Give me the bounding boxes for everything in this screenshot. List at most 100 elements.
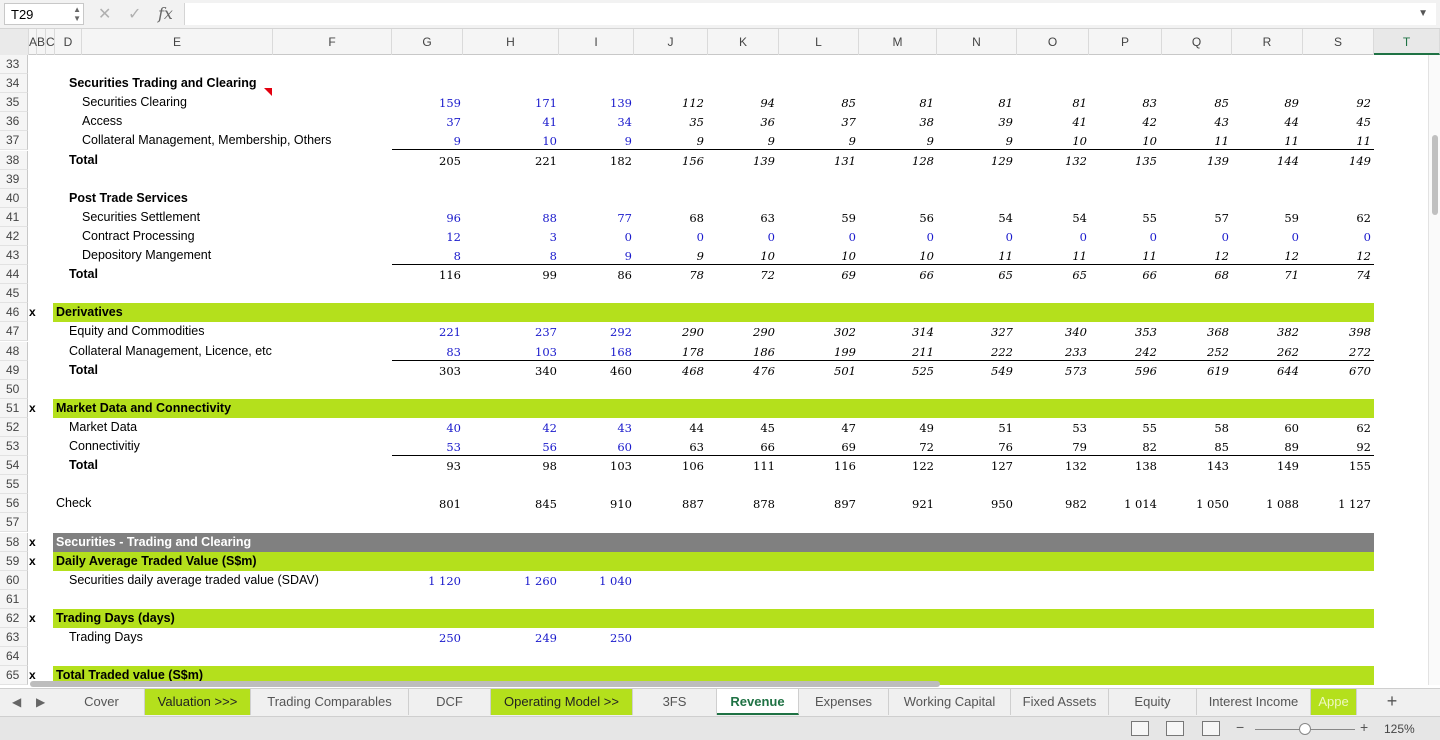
row-header[interactable]: 62: [0, 608, 28, 628]
cell-value[interactable]: 129: [943, 151, 1013, 171]
sheet-tab-appe[interactable]: Appe: [1311, 689, 1357, 715]
zoom-in-icon[interactable]: +: [1360, 719, 1368, 735]
cell-value[interactable]: 0: [705, 227, 775, 247]
cell-value[interactable]: 76: [943, 437, 1013, 457]
cell-value[interactable]: 149: [1301, 151, 1371, 171]
row-label[interactable]: Derivatives: [56, 303, 123, 322]
cell-value[interactable]: 74: [1301, 265, 1371, 285]
cell-value[interactable]: 1 260: [487, 571, 557, 591]
column-header-a[interactable]: A: [29, 29, 37, 55]
cell-value[interactable]: 37: [786, 112, 856, 132]
row-label[interactable]: Market Data: [69, 418, 137, 437]
row-label[interactable]: Equity and Commodities: [69, 322, 204, 341]
cell-value[interactable]: 159: [391, 93, 461, 113]
cell-value[interactable]: 573: [1017, 361, 1087, 381]
cell-value[interactable]: 144: [1229, 151, 1299, 171]
cell-value[interactable]: 11: [943, 246, 1013, 266]
row-header[interactable]: 55: [0, 475, 28, 495]
cell-value[interactable]: 94: [705, 93, 775, 113]
cell-value[interactable]: 11: [1301, 131, 1371, 151]
row-header[interactable]: 38: [0, 150, 28, 170]
cell-value[interactable]: 262: [1229, 342, 1299, 362]
row-header[interactable]: 50: [0, 379, 28, 399]
row-header[interactable]: 54: [0, 456, 28, 476]
row-header[interactable]: 46: [0, 303, 28, 323]
sheet-tab-dcf[interactable]: DCF: [409, 689, 491, 715]
row-label[interactable]: Check: [56, 494, 91, 513]
chevron-down-icon[interactable]: ▼: [1418, 8, 1428, 19]
cell-value[interactable]: 38: [864, 112, 934, 132]
cell-value[interactable]: 37: [391, 112, 461, 132]
cell-value[interactable]: 40: [391, 418, 461, 438]
cell-value[interactable]: 45: [1301, 112, 1371, 132]
sheet-tab-equity[interactable]: Equity: [1109, 689, 1197, 715]
row-label[interactable]: Securities Settlement: [82, 208, 200, 227]
row-header[interactable]: 52: [0, 417, 28, 437]
cell-value[interactable]: 82: [1087, 437, 1157, 457]
cell-value[interactable]: 72: [864, 437, 934, 457]
row-header[interactable]: 61: [0, 589, 28, 609]
cell-value[interactable]: 43: [562, 418, 632, 438]
cell-value[interactable]: 132: [1017, 456, 1087, 476]
cell-value[interactable]: 135: [1087, 151, 1157, 171]
cell-value[interactable]: 44: [634, 418, 704, 438]
row-label[interactable]: Trading Days (days): [56, 609, 175, 628]
cell-value[interactable]: 93: [391, 456, 461, 476]
cell-value[interactable]: 292: [562, 322, 632, 342]
cell-value[interactable]: 35: [634, 112, 704, 132]
row-header[interactable]: 37: [0, 131, 28, 151]
cell-value[interactable]: 56: [487, 437, 557, 457]
cell-value[interactable]: 0: [1229, 227, 1299, 247]
cell-value[interactable]: 845: [487, 494, 557, 514]
cell-value[interactable]: 11: [1229, 131, 1299, 151]
cell-value[interactable]: 96: [391, 208, 461, 228]
cell-value[interactable]: 78: [634, 265, 704, 285]
cell-value[interactable]: 186: [705, 342, 775, 362]
row-header[interactable]: 64: [0, 647, 28, 667]
cell-value[interactable]: 65: [1017, 265, 1087, 285]
cell-value[interactable]: 8: [391, 246, 461, 266]
select-all-corner[interactable]: [0, 29, 29, 55]
cell-value[interactable]: 116: [391, 265, 461, 285]
row-header[interactable]: 34: [0, 74, 28, 94]
row-label[interactable]: Collateral Management, Licence, etc: [69, 342, 272, 361]
row-header[interactable]: 36: [0, 112, 28, 132]
row-label[interactable]: Securities - Trading and Clearing: [56, 533, 251, 552]
cell-value[interactable]: 156: [634, 151, 704, 171]
cell-value[interactable]: 178: [634, 342, 704, 362]
cell-value[interactable]: 81: [943, 93, 1013, 113]
column-header-c[interactable]: C: [46, 29, 55, 55]
row-label[interactable]: Market Data and Connectivity: [56, 399, 231, 418]
cell-value[interactable]: 106: [634, 456, 704, 476]
cell-value[interactable]: 92: [1301, 437, 1371, 457]
cell-value[interactable]: 111: [705, 456, 775, 476]
cell-value[interactable]: 9: [634, 246, 704, 266]
cell-value[interactable]: 0: [1301, 227, 1371, 247]
cell-value[interactable]: 314: [864, 322, 934, 342]
add-sheet-icon[interactable]: +: [1380, 691, 1404, 712]
cell-value[interactable]: 1 040: [562, 571, 632, 591]
cell-value[interactable]: 290: [634, 322, 704, 342]
row-header[interactable]: 59: [0, 551, 28, 571]
tab-scroll-left-icon[interactable]: ◀: [12, 695, 21, 709]
cell-value[interactable]: 53: [1017, 418, 1087, 438]
cell-value[interactable]: 0: [943, 227, 1013, 247]
cell-value[interactable]: 887: [634, 494, 704, 514]
cell-value[interactable]: 950: [943, 494, 1013, 514]
cell-value[interactable]: 66: [1087, 265, 1157, 285]
cell-value[interactable]: 83: [1087, 93, 1157, 113]
sheet-tab-3fs[interactable]: 3FS: [633, 689, 717, 715]
row-header[interactable]: 58: [0, 532, 28, 552]
cell-value[interactable]: 11: [1159, 131, 1229, 151]
cell-value[interactable]: 92: [1301, 93, 1371, 113]
cell-value[interactable]: 57: [1159, 208, 1229, 228]
row-label[interactable]: Total: [69, 151, 98, 170]
row-header[interactable]: 44: [0, 265, 28, 285]
cell-value[interactable]: 878: [705, 494, 775, 514]
row-header[interactable]: 60: [0, 570, 28, 590]
cell-value[interactable]: 460: [562, 361, 632, 381]
sheet-tab-operating-model[interactable]: Operating Model >>: [491, 689, 633, 715]
cell-value[interactable]: 910: [562, 494, 632, 514]
cell-value[interactable]: 398: [1301, 322, 1371, 342]
cell-value[interactable]: 11: [1017, 246, 1087, 266]
